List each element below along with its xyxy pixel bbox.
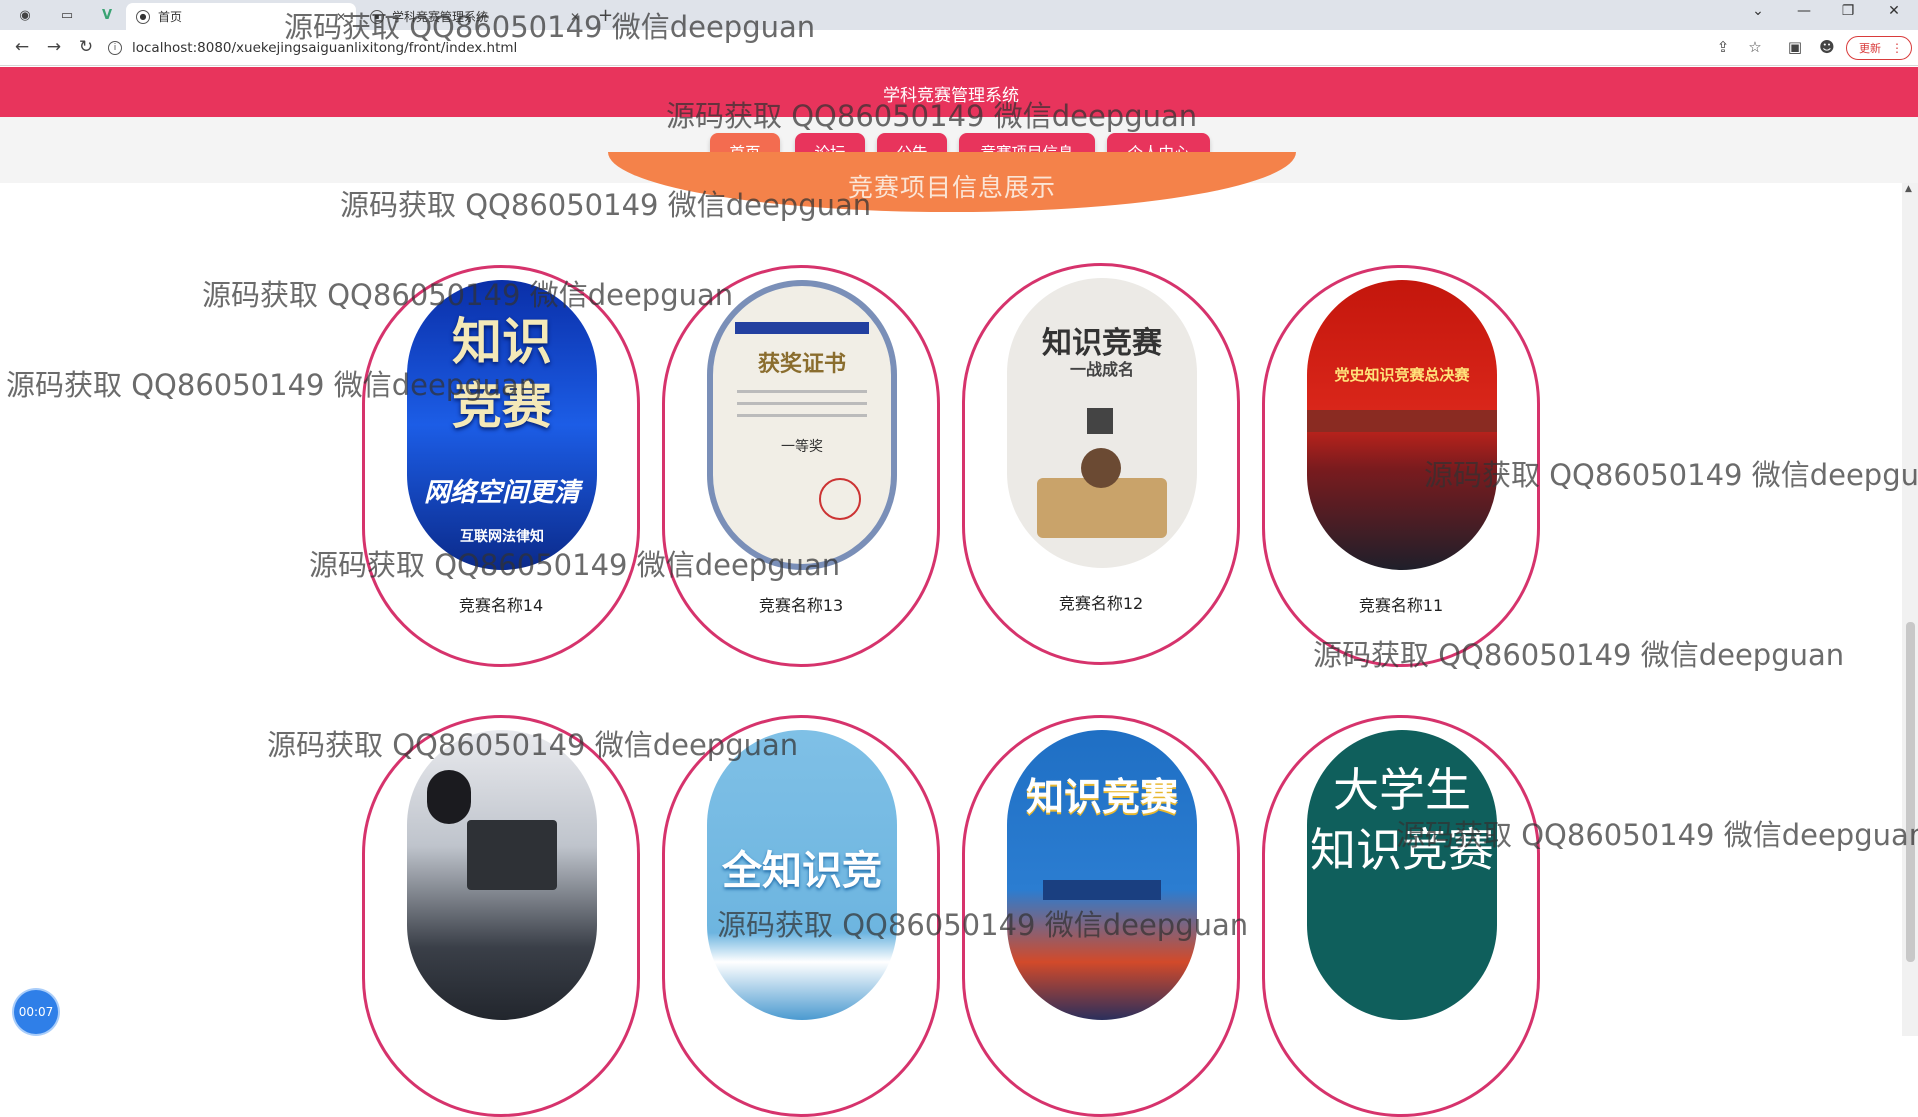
- student-illustration: [1081, 448, 1121, 488]
- image-text: 知识: [452, 313, 552, 371]
- competition-image[interactable]: 大学生 知识竞赛: [1307, 730, 1497, 1020]
- update-button[interactable]: 更新 ⋮: [1846, 36, 1912, 60]
- page-icon: ▪: [370, 9, 384, 24]
- globe-icon: ●: [136, 9, 150, 24]
- image-text: 一战成名: [1069, 360, 1134, 379]
- minimize-icon[interactable]: —: [1784, 3, 1824, 19]
- competition-card[interactable]: 获奖证书 一等奖 竞赛名称13: [662, 265, 940, 667]
- competition-card[interactable]: 全知识竞: [662, 715, 940, 1117]
- competition-card[interactable]: 知识竞赛 一战成名 竞赛名称12: [962, 263, 1240, 665]
- tab-title: 学科竞赛管理系统: [392, 10, 489, 24]
- competition-card[interactable]: 大学生 知识竞赛: [1262, 715, 1540, 1117]
- image-text: 互联网法律知: [460, 529, 544, 545]
- scrollbar-thumb[interactable]: [1906, 622, 1915, 962]
- image-text: 党史知识竞赛总决赛: [1334, 366, 1470, 384]
- competition-image[interactable]: 知识竞赛 一战成名: [1007, 278, 1197, 568]
- info-icon[interactable]: i: [108, 41, 122, 55]
- close-window-icon[interactable]: ✕: [1874, 3, 1914, 19]
- new-tab-button[interactable]: +: [598, 5, 613, 26]
- competition-image[interactable]: [407, 730, 597, 1020]
- competition-image[interactable]: 全知识竞: [707, 730, 897, 1020]
- close-icon[interactable]: ✕: [336, 10, 346, 24]
- site-title: 学科竞赛管理系统: [883, 86, 1019, 106]
- profile-icon[interactable]: ☻: [1816, 38, 1838, 56]
- certificate-lines: [737, 390, 867, 393]
- section-title: 竞赛项目信息展示: [847, 173, 1056, 202]
- section-banner: 竞赛项目信息展示: [608, 152, 1296, 212]
- qr-code-icon: [1087, 408, 1113, 434]
- competition-card[interactable]: 党史知识竞赛总决赛 竞赛名称11: [1262, 265, 1540, 667]
- chevron-down-icon[interactable]: ⌄: [1738, 3, 1778, 19]
- image-text: 大学生: [1333, 763, 1471, 817]
- competition-image[interactable]: 知识竞赛: [1007, 730, 1197, 1020]
- globe-icon: ◉: [19, 7, 31, 23]
- student-illustration: [427, 770, 471, 824]
- close-icon[interactable]: ✕: [570, 10, 580, 24]
- scroll-up-icon[interactable]: ▲: [1905, 184, 1912, 194]
- update-label: 更新: [1859, 42, 1881, 55]
- competition-image[interactable]: 获奖证书 一等奖: [707, 280, 897, 570]
- competition-name: 竞赛名称11: [1358, 596, 1444, 615]
- forward-icon[interactable]: →: [42, 37, 66, 57]
- browser-tab-active[interactable]: ● 首页 ✕: [126, 3, 356, 30]
- competition-name: 竞赛名称14: [458, 596, 544, 615]
- pinned-tab-2[interactable]: ▭: [52, 3, 82, 27]
- recording-timer[interactable]: 00:07: [14, 990, 58, 1034]
- site-header: 学科竞赛管理系统: [0, 67, 1918, 117]
- image-text: 一等奖: [781, 439, 823, 455]
- reload-icon[interactable]: ↻: [74, 37, 98, 57]
- image-text: 竞赛: [452, 377, 552, 435]
- competition-name: 竞赛名称12: [1058, 594, 1144, 613]
- image-text: 知识竞赛: [1025, 775, 1178, 819]
- image-text: 获奖证书: [757, 352, 846, 377]
- banner-strip: [1043, 880, 1161, 900]
- image-text: 全知识竞: [722, 848, 882, 894]
- competition-card[interactable]: 知识竞赛: [962, 715, 1240, 1117]
- certificate-band: [735, 322, 869, 334]
- star-icon[interactable]: ☆: [1744, 38, 1766, 56]
- more-icon: ⋮: [1891, 41, 1903, 55]
- image-text: 知识竞赛: [1310, 823, 1494, 877]
- browser-tab-bar: ◉ ▭ V ● 首页 ✕ ▪ 学科竞赛管理系统 ✕ + ⌄ — ❐ ✕: [0, 0, 1918, 30]
- competition-card[interactable]: [362, 715, 640, 1117]
- competition-image[interactable]: 知识 竞赛 网络空间更清 互联网法律知: [407, 280, 597, 570]
- url-field[interactable]: i localhost:8080/xuekejingsaiguanlixiton…: [108, 35, 1788, 61]
- monitor-illustration: [467, 820, 557, 890]
- competition-card[interactable]: 知识 竞赛 网络空间更清 互联网法律知 竞赛名称14: [362, 265, 640, 667]
- pinned-tab-3[interactable]: V: [92, 3, 122, 27]
- seal-icon: [819, 478, 861, 520]
- address-bar: ← → ↻ i localhost:8080/xuekejingsaiguanl…: [0, 30, 1918, 66]
- restore-icon[interactable]: ❐: [1828, 3, 1868, 19]
- pinned-tab-1[interactable]: ◉: [10, 3, 40, 27]
- back-icon[interactable]: ←: [10, 37, 34, 57]
- window-icon: ▭: [60, 7, 74, 23]
- url-text: localhost:8080/xuekejingsaiguanlixitong/…: [132, 40, 518, 56]
- browser-tab-inactive[interactable]: ▪ 学科竞赛管理系统 ✕: [360, 3, 590, 30]
- vue-icon: V: [101, 7, 113, 23]
- share-icon[interactable]: ⇪: [1712, 38, 1734, 56]
- competition-image[interactable]: 党史知识竞赛总决赛: [1307, 280, 1497, 570]
- stage-illustration: [1307, 410, 1497, 432]
- image-text: 网络空间更清: [423, 478, 580, 508]
- sidebar-icon[interactable]: ▣: [1784, 38, 1806, 56]
- tab-title: 首页: [158, 10, 183, 24]
- competition-name: 竞赛名称13: [758, 596, 844, 615]
